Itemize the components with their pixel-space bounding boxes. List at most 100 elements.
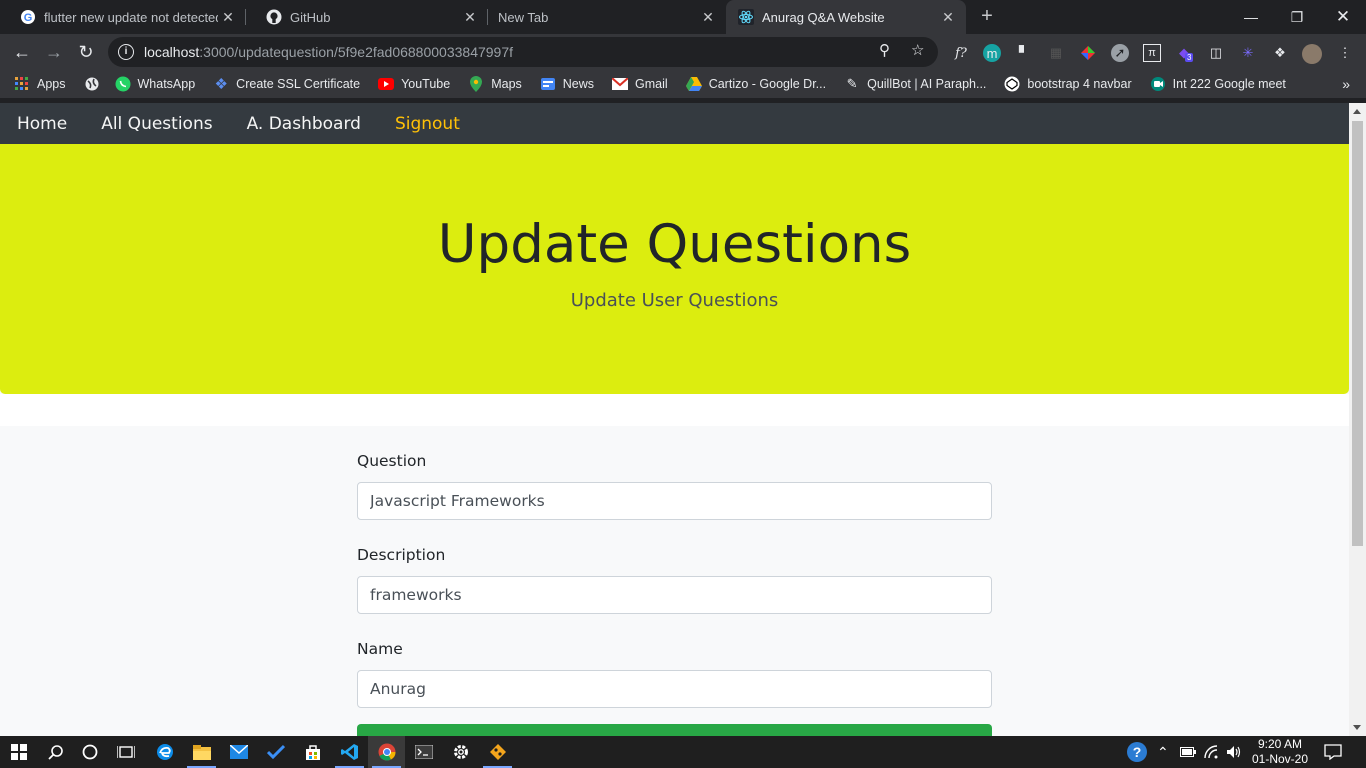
- bookmark-apps[interactable]: Apps: [14, 76, 66, 92]
- battery-icon[interactable]: [1180, 736, 1196, 768]
- bookmark-globe[interactable]: [84, 76, 107, 92]
- git-client-icon[interactable]: [479, 736, 516, 768]
- bookmark-label: News: [562, 77, 595, 91]
- cortana-icon[interactable]: [71, 736, 108, 768]
- profile-avatar[interactable]: [1302, 44, 1322, 64]
- search-icon[interactable]: [37, 736, 74, 768]
- gear-flower-extension-icon[interactable]: ✳: [1239, 44, 1257, 62]
- drive-icon: [685, 76, 702, 92]
- bookmark-bootstrap-navbar[interactable]: bootstrap 4 navbar: [1004, 76, 1132, 92]
- tab-flutter[interactable]: G flutter new update not detected ✕: [0, 0, 246, 34]
- name-input[interactable]: [357, 670, 992, 708]
- key-icon[interactable]: ⚲: [879, 41, 890, 59]
- reload-button[interactable]: ↻: [74, 41, 98, 63]
- tab-github[interactable]: GitHub ✕: [246, 0, 488, 34]
- page-scrollbar[interactable]: [1349, 103, 1366, 736]
- question-input[interactable]: [357, 482, 992, 520]
- svg-text:?: ?: [1133, 744, 1142, 760]
- address-bar[interactable]: i localhost:3000/updatequestion/5f9e2fad…: [108, 37, 938, 67]
- bookmarks-bar: Apps WhatsApp ❖ Create SSL Certificate Yo…: [0, 70, 1366, 98]
- bookmark-int222-meet[interactable]: Int 222 Google meet: [1150, 76, 1286, 92]
- edge-icon[interactable]: [146, 736, 183, 768]
- scroll-down-arrow[interactable]: [1353, 725, 1361, 730]
- back-button[interactable]: ←: [10, 41, 34, 63]
- tab-title: New Tab: [498, 9, 549, 25]
- more-menu-icon[interactable]: ⋮: [1336, 44, 1354, 62]
- scroll-up-arrow[interactable]: [1353, 109, 1361, 114]
- scrollbar-thumb[interactable]: [1352, 121, 1363, 546]
- minimize-button[interactable]: —: [1228, 0, 1274, 34]
- grid-extension-icon[interactable]: ▦: [1047, 44, 1065, 62]
- bookmark-ssl[interactable]: ❖ Create SSL Certificate: [213, 76, 360, 93]
- bookmarks-overflow-icon[interactable]: »: [1342, 76, 1350, 92]
- bookmark-star-icon[interactable]: ☆: [911, 41, 924, 59]
- bookmark-maps[interactable]: Maps: [468, 76, 522, 92]
- url-host: localhost: [144, 44, 200, 60]
- nav-home-link[interactable]: Home: [17, 114, 67, 134]
- forward-button[interactable]: →: [42, 41, 66, 63]
- formula-extension-icon[interactable]: f?: [952, 44, 970, 62]
- whatsapp-icon: [115, 76, 131, 92]
- task-view-icon[interactable]: [107, 736, 144, 768]
- close-window-button[interactable]: ✕: [1320, 0, 1366, 34]
- office-extension-icon[interactable]: ◫: [1207, 44, 1225, 62]
- nav-signout-link[interactable]: Signout: [395, 114, 460, 134]
- close-tab-icon[interactable]: ✕: [460, 9, 480, 26]
- store-bag-icon[interactable]: [294, 736, 331, 768]
- bookmark-label: Maps: [491, 77, 522, 91]
- close-tab-icon[interactable]: ✕: [218, 9, 238, 26]
- mail-icon[interactable]: [220, 736, 257, 768]
- tab-anurag-qa[interactable]: Anurag Q&A Website ✕: [726, 0, 966, 34]
- notification-center-icon[interactable]: [1324, 736, 1342, 768]
- codepen-icon: [1004, 76, 1020, 92]
- nav-all-questions-link[interactable]: All Questions: [101, 114, 212, 134]
- update-question-form: Question Description Name Update Questio…: [357, 452, 992, 736]
- terminal-icon[interactable]: [405, 736, 442, 768]
- m-extension-icon[interactable]: m: [983, 44, 1001, 62]
- extensions-puzzle-icon[interactable]: ❖: [1271, 44, 1289, 62]
- bookmark-quillbot[interactable]: ✎ QuillBot | AI Paraph...: [844, 76, 987, 92]
- extension-badge: 3: [1185, 53, 1194, 62]
- close-tab-icon[interactable]: ✕: [698, 9, 718, 26]
- github-icon: [266, 9, 282, 25]
- bookmark-gmail[interactable]: Gmail: [612, 76, 668, 92]
- wand-extension-icon[interactable]: ➚: [1111, 44, 1129, 62]
- clock-time: 9:20 AM: [1257, 737, 1303, 751]
- description-input[interactable]: [357, 576, 992, 614]
- apps-grid-icon: [14, 76, 30, 92]
- todo-check-icon[interactable]: [257, 736, 294, 768]
- page-viewport: Home All Questions A. Dashboard Signout …: [0, 103, 1349, 736]
- bookmark-whatsapp[interactable]: WhatsApp: [115, 76, 195, 92]
- browser-tab-strip: G flutter new update not detected ✕ GitH…: [0, 0, 1366, 34]
- bookmark-cartizo-drive[interactable]: Cartizo - Google Dr...: [685, 76, 826, 92]
- panel-extension-icon[interactable]: ▘: [1015, 44, 1033, 62]
- site-info-icon[interactable]: i: [118, 44, 134, 60]
- nav-dashboard-link[interactable]: A. Dashboard: [247, 114, 361, 134]
- tab-new-tab[interactable]: New Tab ✕: [488, 0, 726, 34]
- vscode-icon[interactable]: [331, 736, 368, 768]
- purple-extension-icon[interactable]: ◆ 3: [1175, 44, 1194, 62]
- start-windows-icon[interactable]: [0, 736, 37, 768]
- hero-jumbotron: Update Questions Update User Questions: [0, 144, 1349, 394]
- clock-date: 01-Nov-20: [1251, 752, 1309, 766]
- settings-gear-icon[interactable]: [442, 736, 479, 768]
- help-icon[interactable]: ?: [1126, 736, 1148, 768]
- file-explorer-icon[interactable]: [183, 736, 220, 768]
- bookmark-news[interactable]: News: [540, 76, 594, 92]
- url-path: :3000/updatequestion/5f9e2fad06880003384…: [199, 44, 514, 60]
- bookmark-label: Gmail: [635, 77, 668, 91]
- bookmark-label: QuillBot | AI Paraph...: [867, 77, 987, 91]
- new-tab-button[interactable]: +: [976, 6, 998, 28]
- tray-chevron-up-icon[interactable]: ⌃: [1157, 736, 1169, 768]
- restore-button[interactable]: ❐: [1274, 0, 1320, 34]
- bookmark-youtube[interactable]: YouTube: [378, 76, 450, 92]
- volume-icon[interactable]: [1226, 736, 1242, 768]
- update-question-button[interactable]: Update Question: [357, 724, 992, 736]
- google-icon: G: [20, 9, 36, 25]
- wifi-icon[interactable]: [1204, 736, 1220, 768]
- pi-extension-icon[interactable]: π: [1143, 44, 1161, 62]
- taskbar-clock[interactable]: 9:20 AM 01-Nov-20: [1246, 737, 1314, 767]
- close-tab-icon[interactable]: ✕: [938, 9, 958, 26]
- color-picker-extension-icon[interactable]: [1079, 44, 1097, 62]
- chrome-icon[interactable]: [368, 736, 405, 768]
